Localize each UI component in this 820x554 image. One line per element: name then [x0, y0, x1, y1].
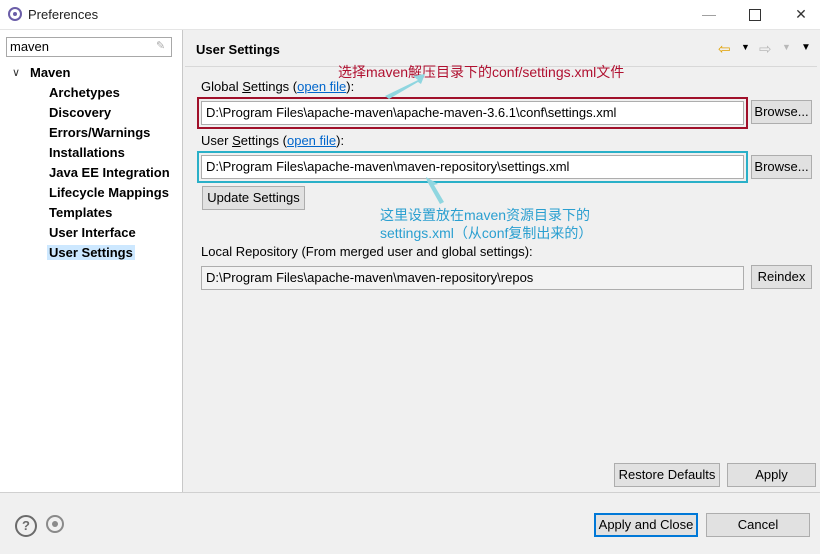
global-settings-label: Global Settings (open file): — [201, 79, 355, 94]
tree-item-maven[interactable]: Maven — [30, 65, 70, 80]
help-icon[interactable]: ? — [15, 515, 37, 537]
update-settings-button[interactable]: Update Settings — [202, 186, 305, 210]
global-browse-button[interactable]: Browse... — [751, 100, 812, 124]
user-settings-input[interactable]: D:\Program Files\apache-maven\maven-repo… — [201, 155, 744, 179]
tree-item-user-interface[interactable]: User Interface — [49, 225, 136, 240]
view-menu-icon[interactable]: ▼ — [801, 42, 811, 53]
cancel-button[interactable]: Cancel — [706, 513, 810, 537]
tree-item-errors-warnings[interactable]: Errors/Warnings — [49, 125, 150, 140]
user-settings-label: User Settings (open file): — [201, 133, 345, 148]
eclipse-icon — [8, 7, 22, 21]
tree-item-templates[interactable]: Templates — [49, 205, 112, 220]
apply-button[interactable]: Apply — [727, 463, 816, 487]
user-settings-annotation-line1: 这里设置放在maven资源目录下的 — [380, 207, 591, 223]
tree-item-installations[interactable]: Installations — [49, 145, 125, 160]
user-open-file-link[interactable]: open file — [287, 133, 336, 148]
back-menu-icon[interactable]: ▼ — [741, 42, 750, 52]
restore-defaults-button[interactable]: Restore Defaults — [614, 463, 720, 487]
title-bar: Preferences — ✕ — [0, 0, 820, 30]
user-browse-button[interactable]: Browse... — [751, 155, 812, 179]
apply-and-close-button[interactable]: Apply and Close — [594, 513, 698, 537]
filter-input[interactable] — [7, 38, 150, 55]
back-arrow-icon[interactable]: ⇦ — [718, 40, 731, 58]
page-title: User Settings — [196, 42, 280, 57]
filter-box: ✎ — [6, 37, 172, 57]
clear-filter-icon[interactable]: ✎ — [156, 40, 168, 53]
maximize-icon — [749, 9, 761, 22]
tree-item-discovery[interactable]: Discovery — [49, 105, 111, 120]
reindex-button[interactable]: Reindex — [751, 265, 812, 289]
dialog-footer: ? Apply and Close Cancel — [0, 492, 820, 554]
forward-arrow-icon[interactable]: ⇨ — [759, 40, 772, 58]
global-settings-annotation: 选择maven解压目录下的conf/settings.xml文件 — [338, 64, 625, 80]
tree-item-user-settings[interactable]: User Settings — [47, 245, 135, 260]
global-settings-input[interactable]: D:\Program Files\apache-maven\apache-mav… — [201, 101, 744, 125]
tree-item-archetypes[interactable]: Archetypes — [49, 85, 120, 100]
window-title: Preferences — [28, 7, 99, 22]
forward-menu-icon[interactable]: ▼ — [782, 42, 791, 52]
user-settings-annotation-line2: settings.xml（从conf复制出来的） — [380, 225, 593, 241]
chevron-down-icon[interactable]: ∨ — [12, 66, 20, 79]
close-button[interactable]: ✕ — [778, 0, 820, 29]
maximize-button[interactable] — [732, 0, 778, 29]
record-macro-icon[interactable] — [46, 515, 64, 533]
local-repository-input[interactable]: D:\Program Files\apache-maven\maven-repo… — [201, 266, 744, 290]
local-repository-label: Local Repository (From merged user and g… — [201, 244, 533, 259]
tree-item-lifecycle-mappings[interactable]: Lifecycle Mappings — [49, 185, 169, 200]
minimize-button[interactable]: — — [686, 0, 732, 29]
tree-item-java-ee-integration[interactable]: Java EE Integration — [49, 165, 170, 180]
